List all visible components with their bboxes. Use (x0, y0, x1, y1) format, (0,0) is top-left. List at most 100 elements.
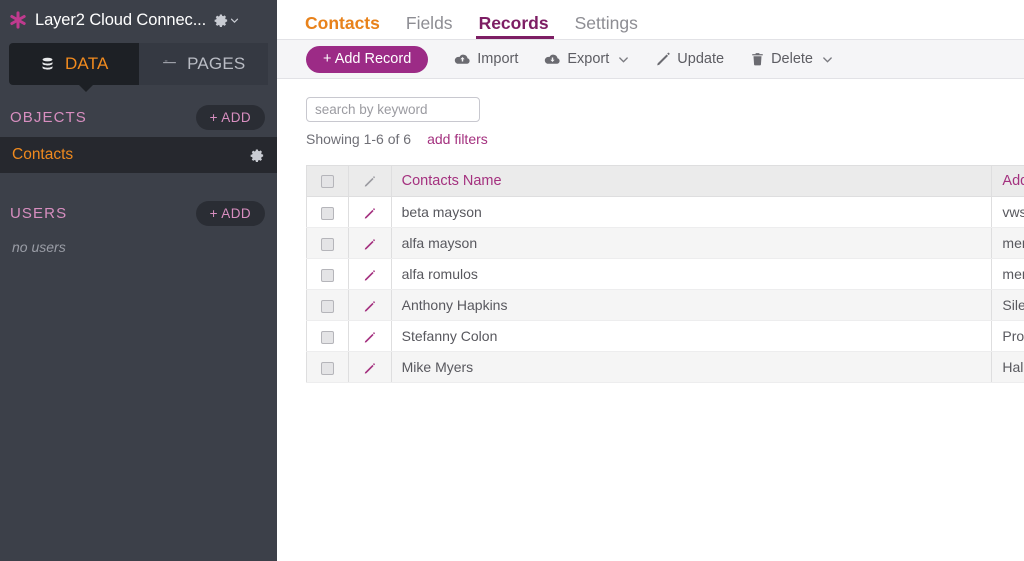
sidebar-tab-data[interactable]: DATA (9, 43, 139, 85)
cell-contacts-name: alfa romulos (391, 259, 992, 290)
chevron-down-icon (822, 54, 833, 65)
column-header-address[interactable]: Address (992, 166, 1024, 197)
gear-icon (214, 13, 229, 28)
table-header-row: Contacts Name Address (307, 166, 1024, 197)
row-edit-cell (348, 290, 391, 321)
gear-icon[interactable] (250, 148, 265, 163)
row-select-cell (307, 259, 349, 290)
row-select-cell (307, 228, 349, 259)
pencil-icon[interactable] (363, 300, 376, 313)
users-empty-text: no users (0, 233, 277, 255)
table-row[interactable]: alfa mayson mercedesstr. (307, 228, 1024, 259)
delete-button[interactable]: Delete (750, 51, 833, 67)
cell-address: mercedesstr. (992, 228, 1024, 259)
import-button[interactable]: Import (454, 51, 518, 67)
main-tabs: Contacts Fields Records Settings (277, 0, 1024, 39)
add-user-button[interactable]: + ADD (196, 201, 265, 226)
brand-settings-button[interactable] (214, 13, 239, 28)
tab-records[interactable]: Records (466, 15, 562, 40)
row-checkbox[interactable] (321, 331, 334, 344)
update-label: Update (677, 51, 724, 67)
row-select-cell (307, 290, 349, 321)
pencil-icon[interactable] (363, 269, 376, 282)
table-row[interactable]: alfa romulos mercedesstr. (307, 259, 1024, 290)
records-table-wrap: Contacts Name Address beta mayson vwstr.… (277, 147, 1024, 383)
cell-contacts-name: Mike Myers (391, 352, 992, 383)
sidebar: Layer2 Cloud Connec... (0, 0, 277, 561)
pencil-icon (655, 51, 671, 67)
records-table: Contacts Name Address beta mayson vwstr.… (306, 165, 1024, 383)
row-checkbox[interactable] (321, 207, 334, 220)
table-row[interactable]: beta mayson vwstr. 23 (307, 197, 1024, 228)
row-select-cell (307, 352, 349, 383)
active-tab-pointer (78, 84, 94, 92)
cloud-upload-icon (454, 52, 471, 67)
records-table-head: Contacts Name Address (307, 166, 1024, 197)
search-area (277, 79, 1024, 122)
cell-address: mercedesstr. (992, 259, 1024, 290)
pages-window-icon (161, 56, 178, 73)
select-all-header (307, 166, 349, 197)
cell-contacts-name: beta mayson (391, 197, 992, 228)
export-button[interactable]: Export (544, 51, 629, 67)
row-edit-cell (348, 352, 391, 383)
tab-settings[interactable]: Settings (562, 15, 651, 40)
row-select-cell (307, 321, 349, 352)
trash-icon (750, 51, 765, 67)
row-edit-cell (348, 228, 391, 259)
sidebar-item-contacts[interactable]: Contacts (0, 137, 277, 173)
pencil-icon[interactable] (363, 362, 376, 375)
edit-column-header (348, 166, 391, 197)
search-input[interactable] (306, 97, 480, 122)
row-edit-cell (348, 197, 391, 228)
delete-label: Delete (771, 51, 813, 67)
sidebar-tab-data-label: DATA (65, 54, 109, 74)
update-button[interactable]: Update (655, 51, 724, 67)
database-icon (39, 56, 56, 73)
sidebar-tab-pages[interactable]: PAGES (139, 43, 269, 85)
records-toolbar: + Add Record Import Export (277, 39, 1024, 79)
main-content: Contacts Fields Records Settings + Add R… (277, 0, 1024, 561)
table-row[interactable]: Anthony Hapkins Silencestr. 33 (307, 290, 1024, 321)
column-header-contacts-name[interactable]: Contacts Name (391, 166, 992, 197)
pencil-icon[interactable] (363, 207, 376, 220)
select-all-checkbox[interactable] (321, 175, 334, 188)
table-row[interactable]: Stefanny Colon Promstr. 23 (307, 321, 1024, 352)
sidebar-spacer (0, 173, 277, 193)
row-edit-cell (348, 321, 391, 352)
objects-section-header: OBJECTS + ADD (0, 97, 277, 137)
import-label: Import (477, 51, 518, 67)
row-checkbox[interactable] (321, 238, 334, 251)
row-checkbox[interactable] (321, 362, 334, 375)
row-edit-cell (348, 259, 391, 290)
add-record-button[interactable]: + Add Record (306, 46, 428, 73)
tab-contacts[interactable]: Contacts (305, 15, 393, 40)
brand-title: Layer2 Cloud Connec... (35, 11, 206, 30)
pencil-icon (363, 175, 376, 188)
add-filters-link[interactable]: add filters (427, 131, 488, 147)
sidebar-tabstrip: DATA PAGES (9, 43, 268, 85)
chevron-down-icon (618, 54, 629, 65)
brand-header: Layer2 Cloud Connec... (0, 0, 277, 40)
add-object-button[interactable]: + ADD (196, 105, 265, 130)
cell-address: Promstr. 23 (992, 321, 1024, 352)
pencil-icon[interactable] (363, 238, 376, 251)
row-checkbox[interactable] (321, 269, 334, 282)
asterisk-logo-icon (8, 10, 28, 30)
export-label: Export (567, 51, 609, 67)
table-row[interactable]: Mike Myers Halloween str. 12 (307, 352, 1024, 383)
tab-fields[interactable]: Fields (393, 15, 466, 40)
cloud-download-icon (544, 52, 561, 67)
records-table-body: beta mayson vwstr. 23 alfa mayson merced… (307, 197, 1024, 383)
objects-section-title: OBJECTS (10, 109, 87, 126)
pencil-icon[interactable] (363, 331, 376, 344)
cell-address: vwstr. 23 (992, 197, 1024, 228)
sidebar-tab-pages-label: PAGES (187, 54, 245, 74)
users-section-header: USERS + ADD (0, 193, 277, 233)
cell-contacts-name: Stefanny Colon (391, 321, 992, 352)
showing-count-text: Showing 1-6 of 6 (306, 131, 411, 147)
results-summary: Showing 1-6 of 6 add filters (277, 122, 1024, 147)
sidebar-item-contacts-label: Contacts (12, 146, 73, 164)
row-checkbox[interactable] (321, 300, 334, 313)
users-section-title: USERS (10, 205, 67, 222)
